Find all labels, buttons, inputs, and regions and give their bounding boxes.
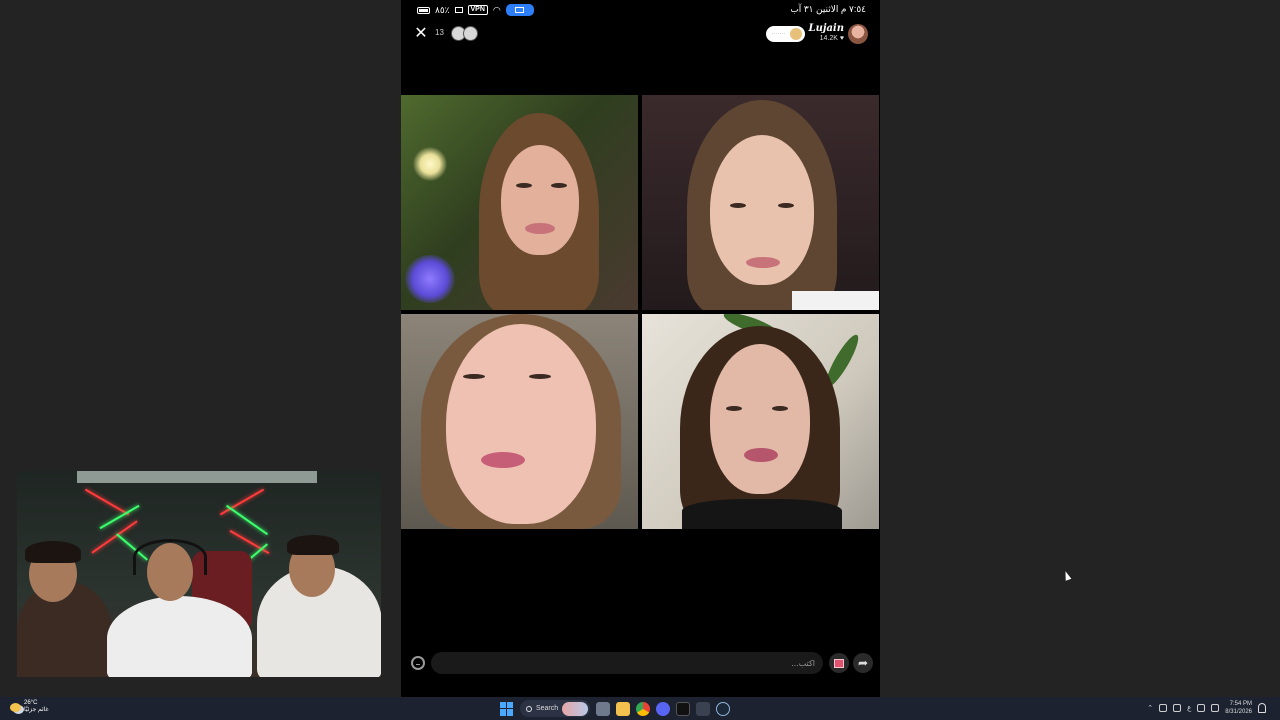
person-right-hair [287,535,339,555]
chat-input[interactable] [431,652,823,674]
search-label: Search [535,705,559,712]
participant-eye [529,374,551,379]
gift-icon [834,658,844,668]
system-tray: ⌃ ع 7:54 PM 8/31/2026 [1147,700,1266,716]
video-tile-4[interactable] [642,314,879,529]
participant-lips [481,452,525,468]
participant-face [501,145,579,255]
person-center [107,596,252,677]
ceiling-light [77,471,317,483]
battery-icon [417,6,430,14]
desktop-background: ٨٥٪ VPN ◠ ٧:٥٤ م الاثنين ٣١ آب ✕ 13 ····… [0,0,1280,697]
viewer-count[interactable]: 13 [435,28,444,37]
status-icons: ٨٥٪ VPN ◠ [417,4,534,16]
viewer-avatars[interactable] [451,26,478,41]
follow-label: ······· [771,31,786,37]
purple-light [405,255,455,303]
screen-cast-icon[interactable] [505,4,534,16]
participant-eye [516,183,532,188]
neon-strip [219,488,265,516]
headset-icon [133,539,207,575]
host-likes: 14.2K ♥ [819,35,844,42]
screen-icon [454,7,463,13]
video-tile-2[interactable] [642,95,879,310]
cloud-icon[interactable] [1159,704,1168,712]
participant-lips [525,223,555,234]
participant-eye [778,203,794,208]
taskbar: 26°C غائم جزئيًا Search ⌃ ع 7:54 PM 8/31… [0,697,1280,720]
phone-status-bar: ٨٥٪ VPN ◠ ٧:٥٤ م الاثنين ٣١ آب [401,0,880,20]
lamp-light [413,147,447,181]
file-explorer-icon[interactable] [616,701,630,716]
neon-strip [84,488,130,516]
heart-icon: ♥ [839,35,844,42]
person-left-hair [25,541,81,563]
participant-face [710,344,810,494]
host-card[interactable]: ······· Lujain 14.2K ♥ [765,24,868,44]
emoji-icon[interactable] [411,656,425,670]
coin-icon [789,28,802,40]
steam-icon[interactable] [716,701,730,716]
participant-shirt [682,499,842,529]
microphone-icon[interactable] [1173,704,1182,712]
status-time-date: ٧:٥٤ م الاثنين ٣١ آب [790,4,866,14]
participant-eye [730,203,746,208]
close-icon[interactable]: ✕ [413,26,429,42]
neon-strip [91,520,138,554]
host-name: Lujain [808,23,844,34]
participant-lips [744,448,778,462]
chevron-up-icon[interactable]: ⌃ [1147,704,1153,712]
taskbar-apps: Search [500,699,730,718]
participant-lips [746,257,780,268]
phone-mirror-window[interactable]: ٨٥٪ VPN ◠ ٧:٥٤ م الاثنين ٣١ آب ✕ 13 ····… [401,0,880,697]
host-avatar[interactable] [848,24,868,44]
battery-percent: ٨٥٪ [435,4,450,15]
participant-eye [726,406,742,411]
participant-face [446,324,596,524]
search-icon [526,705,532,712]
chrome-icon[interactable] [636,701,650,716]
webcam-overlay [17,471,381,677]
language-indicator[interactable]: ع [1187,704,1191,712]
network-icon[interactable] [1197,704,1206,712]
share-icon[interactable]: ➦ [853,653,873,673]
host-info: Lujain 14.2K ♥ [809,24,844,44]
vpn-badge: VPN [467,5,488,15]
start-button[interactable] [500,701,514,716]
clock-date: 8/31/2026 [1225,709,1252,715]
gift-button[interactable] [829,653,849,673]
video-grid [401,95,880,530]
clock[interactable]: 7:54 PM 8/31/2026 [1225,700,1252,716]
discord-icon[interactable] [656,701,670,716]
partly-cloudy-icon [10,702,21,712]
clock-time: 7:54 PM [1229,701,1252,707]
weather-temp: 26°C [24,700,38,706]
weather-desc: غائم جزئيًا [24,707,49,713]
mouse-cursor [1062,570,1072,581]
chat-bar: ➦ [401,650,880,676]
notification-icon[interactable] [1258,703,1266,713]
weather-widget[interactable]: 26°C غائم جزئيًا [10,700,49,714]
live-room-header: ✕ 13 ······· Lujain 14.2K ♥ [401,22,880,50]
search-highlight-image [562,701,588,716]
video-tile-1[interactable] [401,95,638,310]
task-view-icon[interactable] [596,701,610,716]
screen-mirror-icon[interactable] [696,701,710,716]
volume-icon[interactable] [1211,704,1220,712]
video-tile-3[interactable] [401,314,638,529]
participant-eye [772,406,788,411]
taskbar-search[interactable]: Search [520,700,590,717]
wifi-icon: ◠ [492,4,501,15]
follow-button[interactable]: ······· [765,26,805,42]
avatar[interactable] [463,26,478,41]
participant-eye [551,183,567,188]
participant-eye [463,374,485,379]
capcut-icon[interactable] [676,701,690,716]
participant-shirt [792,291,879,310]
